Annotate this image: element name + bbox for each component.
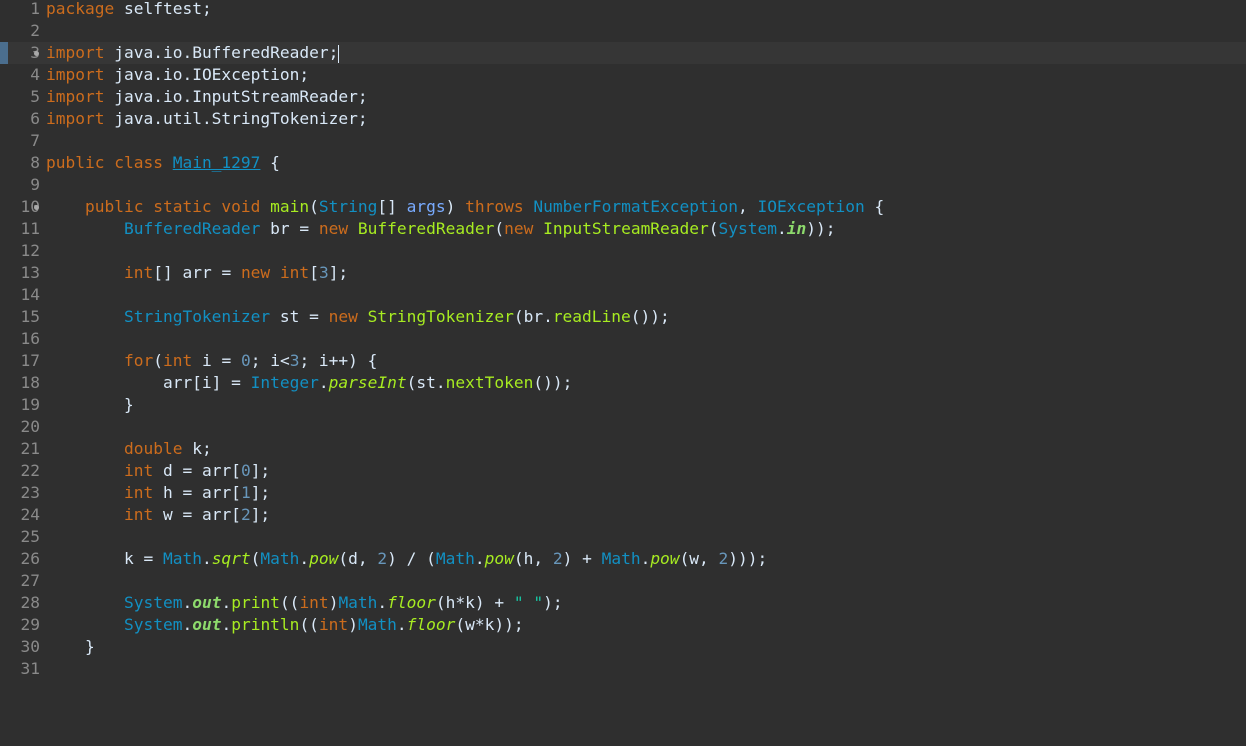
code-line[interactable]: 23 int h = arr[1];	[0, 482, 1246, 504]
line-number: 4	[30, 65, 40, 84]
code-line[interactable]: 15 StringTokenizer st = new StringTokeni…	[0, 306, 1246, 328]
code-line[interactable]: 28 System.out.print((int)Math.floor(h*k)…	[0, 592, 1246, 614]
line-number: 17	[20, 351, 41, 370]
code-line[interactable]: 12	[0, 240, 1246, 262]
code-text[interactable]: k = Math.sqrt(Math.pow(d, 2) / (Math.pow…	[46, 548, 767, 570]
code-text[interactable]: double k;	[46, 438, 212, 460]
line-number: 30	[20, 637, 41, 656]
code-text[interactable]: }	[46, 394, 134, 416]
code-line[interactable]: 1 package selftest;	[0, 0, 1246, 20]
code-line[interactable]: 19 }	[0, 394, 1246, 416]
text-cursor	[338, 44, 340, 63]
code-line[interactable]: 25	[0, 526, 1246, 548]
code-line[interactable]: 21 double k;	[0, 438, 1246, 460]
line-number: 25	[20, 527, 41, 546]
code-text[interactable]: public static void main(String[] args) t…	[46, 196, 884, 218]
code-line[interactable]: 16	[0, 328, 1246, 350]
code-text[interactable]: import java.io.IOException;	[46, 64, 309, 86]
code-line[interactable]: 9	[0, 174, 1246, 196]
code-text[interactable]: int d = arr[0];	[46, 460, 270, 482]
line-number: 7	[30, 131, 40, 150]
code-line[interactable]: 27	[0, 570, 1246, 592]
line-number: 26	[20, 549, 41, 568]
code-line[interactable]: 11 BufferedReader br = new BufferedReade…	[0, 218, 1246, 240]
line-number: 21	[20, 439, 41, 458]
code-text[interactable]: package selftest;	[46, 0, 212, 20]
code-line[interactable]: 6 import java.util.StringTokenizer;	[0, 108, 1246, 130]
line-number: 14	[20, 285, 41, 304]
code-line[interactable]: 13 int[] arr = new int[3];	[0, 262, 1246, 284]
code-line[interactable]: 4 import java.io.IOException;	[0, 64, 1246, 86]
code-line[interactable]: 24 int w = arr[2];	[0, 504, 1246, 526]
code-text[interactable]: }	[46, 636, 95, 658]
code-text[interactable]: for(int i = 0; i<3; i++) {	[46, 350, 377, 372]
line-number: 8	[30, 153, 40, 172]
line-number: 9	[30, 175, 40, 194]
line-number: 28	[20, 593, 41, 612]
line-number: 24	[20, 505, 41, 524]
code-line[interactable]: 2	[0, 20, 1246, 42]
code-text[interactable]: System.out.println((int)Math.floor(w*k))…	[46, 614, 524, 636]
code-line[interactable]: 17 for(int i = 0; i<3; i++) {	[0, 350, 1246, 372]
code-line[interactable]: 30 }	[0, 636, 1246, 658]
code-text[interactable]: import java.io.BufferedReader;	[46, 42, 340, 64]
line-number: 29	[20, 615, 41, 634]
code-text[interactable]: import java.util.StringTokenizer;	[46, 108, 368, 130]
line-number: 20	[20, 417, 41, 436]
code-line[interactable]: 14	[0, 284, 1246, 306]
line-number: 13	[20, 263, 41, 282]
code-text[interactable]: BufferedReader br = new BufferedReader(n…	[46, 218, 836, 240]
line-number: 2	[30, 21, 40, 40]
line-number: 11	[20, 219, 41, 238]
line-number: 12	[20, 241, 41, 260]
code-line-current[interactable]: 3 import java.io.BufferedReader;	[0, 42, 1246, 64]
code-line[interactable]: 26 k = Math.sqrt(Math.pow(d, 2) / (Math.…	[0, 548, 1246, 570]
code-text[interactable]: import java.io.InputStreamReader;	[46, 86, 368, 108]
code-text[interactable]: int[] arr = new int[3];	[46, 262, 348, 284]
line-number: 27	[20, 571, 41, 590]
code-text[interactable]: public class Main_1297 {	[46, 152, 280, 174]
code-text[interactable]: arr[i] = Integer.parseInt(st.nextToken()…	[46, 372, 572, 394]
fold-icon[interactable]	[34, 205, 39, 210]
line-number: 15	[20, 307, 41, 326]
fold-icon[interactable]	[34, 51, 39, 56]
code-line[interactable]: 20	[0, 416, 1246, 438]
code-line[interactable]: 31	[0, 658, 1246, 680]
code-line[interactable]: 22 int d = arr[0];	[0, 460, 1246, 482]
line-number: 19	[20, 395, 41, 414]
line-number: 6	[30, 109, 40, 128]
code-editor[interactable]: 1 package selftest; 2 3 import java.io.B…	[0, 0, 1246, 678]
line-number: 31	[20, 659, 41, 678]
code-text[interactable]: int w = arr[2];	[46, 504, 270, 526]
code-line[interactable]: 5 import java.io.InputStreamReader;	[0, 86, 1246, 108]
code-line[interactable]: 29 System.out.println((int)Math.floor(w*…	[0, 614, 1246, 636]
line-number: 5	[30, 87, 40, 106]
code-line[interactable]: 7	[0, 130, 1246, 152]
line-number: 22	[20, 461, 41, 480]
code-line[interactable]: 8 public class Main_1297 {	[0, 152, 1246, 174]
code-text[interactable]: StringTokenizer st = new StringTokenizer…	[46, 306, 670, 328]
line-number: 23	[20, 483, 41, 502]
line-number: 1	[30, 0, 40, 18]
line-number: 16	[20, 329, 41, 348]
line-number: 18	[20, 373, 41, 392]
code-line[interactable]: 18 arr[i] = Integer.parseInt(st.nextToke…	[0, 372, 1246, 394]
code-text[interactable]: int h = arr[1];	[46, 482, 270, 504]
code-text[interactable]: System.out.print((int)Math.floor(h*k) + …	[46, 592, 563, 614]
code-line[interactable]: 10 public static void main(String[] args…	[0, 196, 1246, 218]
